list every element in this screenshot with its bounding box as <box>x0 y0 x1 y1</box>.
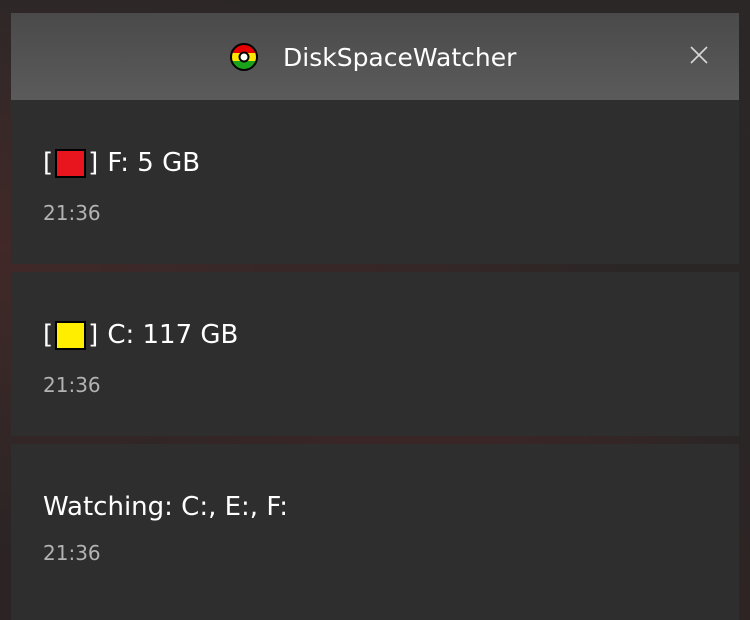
close-bracket: ] <box>88 148 99 178</box>
notification-title: Watching: C:, E:, F: <box>43 489 288 525</box>
notification-card[interactable]: [ ] F: 5 GB 21:36 <box>11 100 739 264</box>
status-color-swatch <box>55 148 87 178</box>
notification-header: DiskSpaceWatcher <box>11 13 739 100</box>
notification-time: 21:36 <box>43 541 101 565</box>
notification-text: Watching: C:, E:, F: <box>43 492 289 522</box>
status-color-swatch <box>55 320 87 350</box>
close-icon[interactable] <box>689 45 709 69</box>
notification-panel: DiskSpaceWatcher [ ] F: 5 GB 21:36 [ ] C… <box>11 13 739 620</box>
notification-title: [ ] F: 5 GB <box>43 145 200 181</box>
close-button[interactable] <box>682 40 716 74</box>
open-bracket: [ <box>43 148 54 178</box>
disk-ring-icon <box>230 43 258 71</box>
notification-text: F: 5 GB <box>107 148 201 178</box>
open-bracket: [ <box>43 320 54 350</box>
notification-card[interactable]: [ ] C: 117 GB 21:36 <box>11 272 739 436</box>
app-title: DiskSpaceWatcher <box>283 43 517 72</box>
notification-text: C: 117 GB <box>107 320 239 350</box>
notification-time: 21:36 <box>43 201 101 225</box>
notification-time: 21:36 <box>43 373 101 397</box>
notification-card[interactable]: Watching: C:, E:, F: 21:36 <box>11 444 739 620</box>
close-bracket: ] <box>88 320 99 350</box>
notification-title: [ ] C: 117 GB <box>43 317 238 353</box>
